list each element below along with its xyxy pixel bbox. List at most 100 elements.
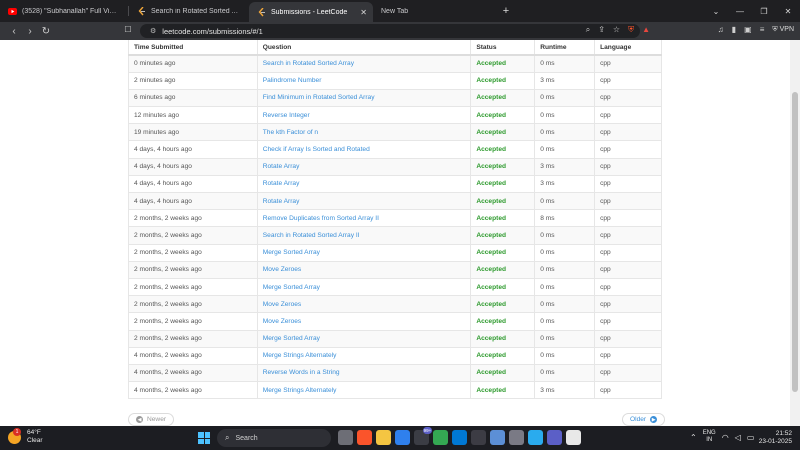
question-link[interactable]: Find Minimum in Rotated Sorted Array <box>263 94 375 101</box>
taskbar: 1 64°F Clear ⌕ Search 99+ ⌃ ENG IN ◠ ◁ ▭… <box>0 426 800 450</box>
brave-rewards-icon[interactable]: ▲ <box>642 25 650 35</box>
status-accepted-link[interactable]: Accepted <box>476 369 506 376</box>
reload-icon[interactable]: ↻ <box>38 26 54 37</box>
cell-runtime: 0 ms <box>540 283 555 291</box>
question-link[interactable]: Rotate Array <box>263 180 300 187</box>
question-link[interactable]: The kth Factor of n <box>263 129 318 136</box>
brave-browser-icon[interactable] <box>357 430 372 445</box>
notion-icon[interactable] <box>566 430 581 445</box>
table-row: 4 days, 4 hours ago Rotate Array Accepted 3… <box>128 157 662 176</box>
language-indicator[interactable]: ENG IN <box>703 430 716 444</box>
cell-language: cpp <box>600 94 611 102</box>
status-accepted-link[interactable]: Accepted <box>476 146 506 153</box>
question-link[interactable]: Merge Sorted Array <box>263 284 320 291</box>
older-button[interactable]: Older ▶ <box>622 413 666 426</box>
file-explorer-icon[interactable] <box>376 430 391 445</box>
telegram-icon[interactable] <box>528 430 543 445</box>
status-accepted-link[interactable]: Accepted <box>476 335 506 342</box>
wifi-icon[interactable]: ◠ <box>722 433 729 442</box>
address-bar[interactable]: ⚙ leetcode.com/submissions/#/1 <box>140 24 640 38</box>
wallet-icon[interactable]: ▣ <box>744 25 752 34</box>
tab-new-tab[interactable]: New Tab <box>373 0 495 22</box>
battery-icon[interactable]: ▭ <box>747 433 755 442</box>
question-link[interactable]: Reverse Integer <box>263 112 310 119</box>
cell-runtime: 0 ms <box>540 197 555 205</box>
tab-youtube[interactable]: (3528) "Subhanallah" Full Video <box>0 0 128 22</box>
question-link[interactable]: Search in Rotated Sorted Array II <box>263 232 360 239</box>
chevron-down-icon[interactable]: ⌄ <box>704 7 728 16</box>
bookmark-star-icon[interactable]: ☆ <box>613 25 620 35</box>
taskbar-search[interactable]: ⌕ Search <box>217 429 331 447</box>
teams-icon[interactable] <box>547 430 562 445</box>
question-link[interactable]: Palindrome Number <box>263 77 322 84</box>
terminal-icon[interactable] <box>471 430 486 445</box>
bookmark-icon[interactable]: ☐ <box>120 25 136 34</box>
question-link[interactable]: Rotate Array <box>263 198 300 205</box>
status-accepted-link[interactable]: Accepted <box>476 77 506 84</box>
tab-submissions[interactable]: Submissions - LeetCode ✕ <box>249 2 373 22</box>
minimize-icon[interactable]: — <box>728 7 752 16</box>
back-icon[interactable]: ‹ <box>6 26 22 37</box>
close-icon[interactable]: ✕ <box>360 8 367 17</box>
store-icon[interactable] <box>452 430 467 445</box>
question-link[interactable]: Move Zeroes <box>263 301 301 308</box>
question-link[interactable]: Reverse Words in a String <box>263 369 340 376</box>
status-accepted-link[interactable]: Accepted <box>476 163 506 170</box>
sheets-icon[interactable] <box>433 430 448 445</box>
new-tab-button[interactable]: + <box>495 0 517 22</box>
question-link[interactable]: Merge Sorted Array <box>263 249 320 256</box>
status-accepted-link[interactable]: Accepted <box>476 198 506 205</box>
status-accepted-link[interactable]: Accepted <box>476 387 506 394</box>
newer-button[interactable]: ◀ Newer <box>128 413 175 426</box>
menu-icon[interactable]: ≡ <box>760 25 765 34</box>
zoom-icon[interactable]: ⌕ <box>586 25 590 35</box>
vpn-button[interactable]: ⛨ VPN <box>772 26 794 34</box>
question-link[interactable]: Rotate Array <box>263 163 300 170</box>
chevron-up-icon[interactable]: ⌃ <box>690 433 697 442</box>
status-accepted-link[interactable]: Accepted <box>476 301 506 308</box>
maximize-icon[interactable]: ❐ <box>752 7 776 16</box>
status-accepted-link[interactable]: Accepted <box>476 112 506 119</box>
status-accepted-link[interactable]: Accepted <box>476 249 506 256</box>
weather-widget[interactable]: 1 64°F Clear <box>8 427 43 445</box>
vscode-icon[interactable] <box>395 430 410 445</box>
status-accepted-link[interactable]: Accepted <box>476 318 506 325</box>
virtualbox-icon[interactable] <box>490 430 505 445</box>
question-link[interactable]: Move Zeroes <box>263 266 301 273</box>
question-link[interactable]: Remove Duplicates from Sorted Array II <box>263 215 379 222</box>
question-link[interactable]: Search in Rotated Sorted Array <box>263 60 354 67</box>
status-accepted-link[interactable]: Accepted <box>476 284 506 291</box>
cell-time-submitted: 0 minutes ago <box>134 60 176 68</box>
share-icon[interactable]: ⇪ <box>598 25 605 35</box>
question-link[interactable]: Move Zeroes <box>263 318 301 325</box>
task-view-icon[interactable] <box>338 430 353 445</box>
submissions-table: Time Submitted Question Status Runtime L… <box>128 40 662 400</box>
app-icon[interactable]: 99+ <box>414 427 432 445</box>
status-accepted-link[interactable]: Accepted <box>476 60 506 67</box>
sidebar-icon[interactable]: ▮ <box>732 25 736 34</box>
close-window-icon[interactable]: ✕ <box>776 7 800 16</box>
taskbar-clock[interactable]: 21:52 23-01-2025 <box>759 430 792 446</box>
site-info-icon[interactable]: ⚙ <box>150 27 156 35</box>
question-link[interactable]: Merge Sorted Array <box>263 335 320 342</box>
volume-icon[interactable]: ◁ <box>735 433 741 442</box>
question-link[interactable]: Merge Strings Alternately <box>263 352 337 359</box>
status-accepted-link[interactable]: Accepted <box>476 94 506 101</box>
question-link[interactable]: Check if Array Is Sorted and Rotated <box>263 146 370 153</box>
tab-search-rotated[interactable]: Search in Rotated Sorted Array - Le <box>129 0 249 22</box>
scrollbar-thumb[interactable] <box>792 92 798 392</box>
status-accepted-link[interactable]: Accepted <box>476 232 506 239</box>
brave-shield-icon[interactable]: ⛨ <box>628 25 634 35</box>
question-link[interactable]: Merge Strings Alternately <box>263 387 337 394</box>
status-accepted-link[interactable]: Accepted <box>476 180 506 187</box>
status-accepted-link[interactable]: Accepted <box>476 129 506 136</box>
forward-icon[interactable]: › <box>22 26 38 37</box>
status-accepted-link[interactable]: Accepted <box>476 215 506 222</box>
media-icon[interactable]: ♫ <box>718 25 724 34</box>
status-accepted-link[interactable]: Accepted <box>476 266 506 273</box>
page-scrollbar[interactable] <box>790 40 800 426</box>
start-button[interactable] <box>198 432 210 444</box>
cell-runtime: 3 ms <box>540 180 555 188</box>
app-icon-2[interactable] <box>509 430 524 445</box>
status-accepted-link[interactable]: Accepted <box>476 352 506 359</box>
